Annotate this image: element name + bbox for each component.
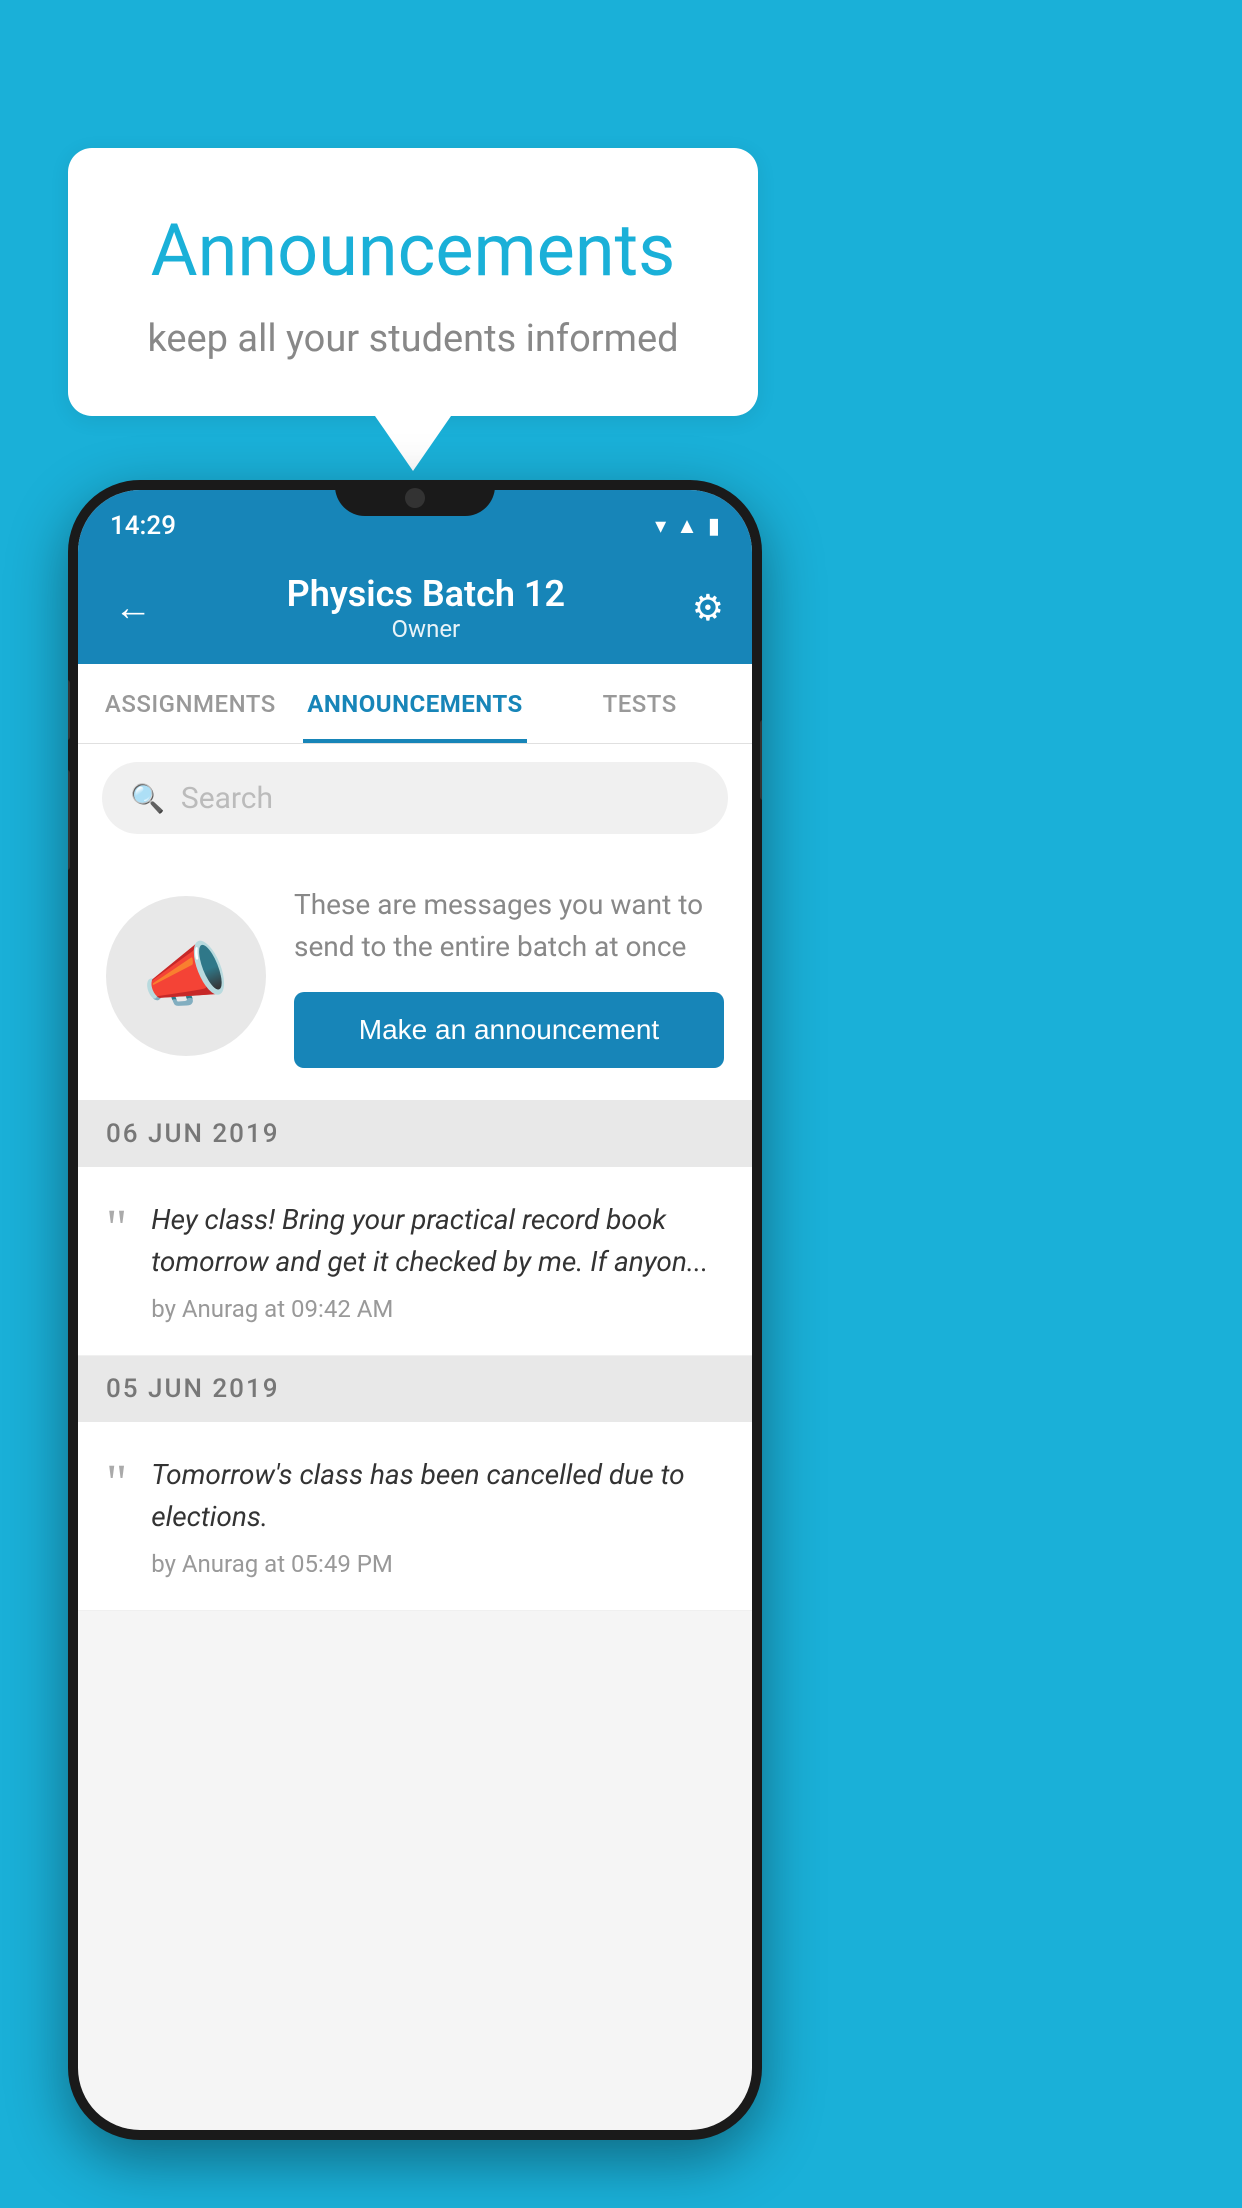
tabs-bar: ASSIGNMENTS ANNOUNCEMENTS TESTS (78, 664, 752, 744)
phone-notch (335, 480, 495, 516)
battery-icon: ▮ (708, 514, 720, 539)
announcement-text-2: Tomorrow's class has been cancelled due … (151, 1454, 724, 1538)
speech-bubble-arrow (375, 416, 451, 471)
header-center: Physics Batch 12 Owner (287, 573, 565, 643)
promo-right: These are messages you want to send to t… (294, 884, 724, 1068)
app-header: ← Physics Batch 12 Owner ⚙ (78, 552, 752, 664)
promo-description: These are messages you want to send to t… (294, 884, 724, 968)
tab-tests[interactable]: TESTS (527, 664, 752, 743)
front-camera (405, 488, 425, 508)
phone-screen: 14:29 ▾ ▲ ▮ ← Physics Batch 12 Owner ⚙ A… (78, 490, 752, 2130)
tab-announcements[interactable]: ANNOUNCEMENTS (303, 664, 528, 743)
announcement-content-1: Hey class! Bring your practical record b… (151, 1199, 724, 1323)
announcement-text-1: Hey class! Bring your practical record b… (151, 1199, 724, 1283)
wifi-icon: ▾ (655, 514, 666, 539)
quote-icon-1: " (106, 1203, 127, 1255)
date-separator-2: 05 JUN 2019 (78, 1356, 752, 1422)
date-separator-1: 06 JUN 2019 (78, 1101, 752, 1167)
announcement-promo: 📣 These are messages you want to send to… (78, 852, 752, 1101)
tab-assignments[interactable]: ASSIGNMENTS (78, 664, 303, 743)
speech-bubble-subtitle: keep all your students informed (118, 317, 708, 361)
header-title: Physics Batch 12 (287, 573, 565, 615)
quote-icon-2: " (106, 1458, 127, 1510)
settings-button[interactable]: ⚙ (692, 587, 724, 629)
make-announcement-button[interactable]: Make an announcement (294, 992, 724, 1068)
megaphone-icon: 📣 (106, 896, 266, 1056)
speech-bubble-container: Announcements keep all your students inf… (68, 148, 758, 471)
announcement-meta-2: by Anurag at 05:49 PM (151, 1550, 724, 1578)
speech-bubble-title: Announcements (118, 208, 708, 293)
date-label-2: 05 JUN 2019 (106, 1374, 280, 1404)
power-button (760, 720, 762, 800)
content-area: 🔍 Search 📣 These are messages you want t… (78, 744, 752, 1611)
search-bar[interactable]: 🔍 Search (102, 762, 728, 834)
date-label-1: 06 JUN 2019 (106, 1119, 280, 1149)
announcement-meta-1: by Anurag at 09:42 AM (151, 1295, 724, 1323)
announcement-item-2[interactable]: " Tomorrow's class has been cancelled du… (78, 1422, 752, 1611)
speech-bubble: Announcements keep all your students inf… (68, 148, 758, 416)
search-icon: 🔍 (130, 782, 165, 815)
back-button[interactable]: ← (106, 578, 160, 638)
announcement-item-1[interactable]: " Hey class! Bring your practical record… (78, 1167, 752, 1356)
search-input[interactable]: Search (181, 781, 273, 816)
signal-icon: ▲ (676, 513, 698, 539)
search-container: 🔍 Search (78, 744, 752, 852)
status-time: 14:29 (110, 511, 176, 541)
status-icons: ▾ ▲ ▮ (655, 513, 720, 539)
volume-down-button (68, 770, 70, 870)
volume-up-button (68, 680, 70, 740)
phone-frame: 14:29 ▾ ▲ ▮ ← Physics Batch 12 Owner ⚙ A… (68, 480, 762, 2140)
header-subtitle: Owner (287, 615, 565, 643)
announcement-content-2: Tomorrow's class has been cancelled due … (151, 1454, 724, 1578)
